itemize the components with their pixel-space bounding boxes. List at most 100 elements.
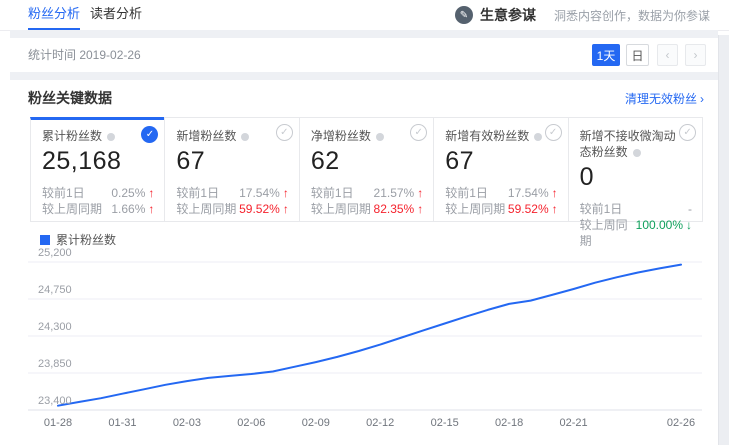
x-axis-tick-label: 02-09	[288, 417, 344, 429]
chevron-right-icon: ›	[700, 92, 704, 106]
clean-link-label: 清理无效粉丝	[625, 92, 697, 106]
compare-value: 0.25%↑	[111, 185, 154, 201]
card-title: 新增有效粉丝数	[445, 129, 529, 143]
card-title: 新增粉丝数	[176, 129, 236, 143]
unit-day-button[interactable]: 日	[626, 44, 649, 66]
kpi-card[interactable]: ✓ 新增不接收微淘动态粉丝数 0 较前1日-较上周同期100.00%↓	[568, 117, 703, 222]
compare-label: 较上周同期	[42, 201, 102, 217]
card-compare-rows: 较前1日17.54%↑较上周同期59.52%↑	[176, 185, 288, 217]
brand-slogan: 洞悉内容创作，数据为你参谋	[554, 7, 710, 24]
compare-value: -	[688, 201, 692, 217]
range-1day-button[interactable]: 1天	[592, 44, 620, 66]
up-arrow-icon: ↑	[417, 186, 423, 200]
compare-row: 较前1日0.25%↑	[42, 185, 154, 201]
trend-chart: 累计粉丝数 23,40023,85024,30024,75025,20001-2…	[0, 225, 718, 445]
check-circle-icon: ✓	[545, 124, 562, 141]
tab-reader-analysis[interactable]: 读者分析	[90, 0, 142, 28]
y-axis-tick-label: 23,400	[38, 395, 72, 407]
next-date-button[interactable]: ›	[685, 44, 706, 66]
x-axis-tick-label: 02-03	[159, 417, 215, 429]
x-axis-tick-label: 02-06	[223, 417, 279, 429]
compare-label: 较前1日	[176, 185, 219, 201]
card-title: 累计粉丝数	[42, 129, 102, 143]
brand-area: ✎ 生意参谋 洞悉内容创作，数据为你参谋	[455, 0, 710, 30]
chevron-left-icon: ‹	[666, 48, 670, 62]
card-value: 67	[445, 147, 557, 176]
up-arrow-icon: ↑	[283, 202, 289, 216]
card-compare-rows: 较前1日 21.57%↑较上周同期82.35%↑	[311, 185, 423, 217]
check-circle-icon: ✓	[679, 124, 696, 141]
x-axis-tick-label: 01-31	[94, 417, 150, 429]
compare-row: 较前1日17.54%↑	[445, 185, 557, 201]
fan-analysis-page: 粉丝分析 读者分析 ✎ 生意参谋 洞悉内容创作，数据为你参谋 统计时间 2019…	[0, 0, 729, 445]
check-circle-icon: ✓	[141, 126, 158, 143]
check-circle-icon: ✓	[410, 124, 427, 141]
main-panel: 粉丝关键数据 清理无效粉丝› ✓ 累计粉丝数 25,168 较前1日0.25%↑…	[0, 80, 718, 445]
card-compare-rows: 较前1日17.54%↑较上周同期59.52%↑	[445, 185, 557, 217]
info-icon[interactable]	[376, 133, 384, 141]
section-title: 粉丝关键数据	[28, 88, 112, 108]
separator-band	[10, 72, 718, 80]
card-title: 新增不接收微淘动态粉丝数	[580, 129, 676, 159]
x-axis-tick-label: 01-28	[30, 417, 86, 429]
kpi-cards-row: ✓ 累计粉丝数 25,168 较前1日0.25%↑较上周同期1.66%↑ ✓ 新…	[30, 117, 703, 222]
stat-time-label: 统计时间 2019-02-26	[28, 38, 141, 72]
compare-row: 较上周同期82.35%↑	[311, 201, 423, 217]
up-arrow-icon: ↑	[148, 202, 154, 216]
line-chart-canvas	[0, 225, 718, 445]
compare-row: 较上周同期59.52%↑	[445, 201, 557, 217]
info-icon[interactable]	[241, 133, 249, 141]
compare-value: 59.52%↑	[508, 201, 558, 217]
x-axis-tick-label: 02-18	[481, 417, 537, 429]
card-value: 0	[580, 163, 692, 192]
up-arrow-icon: ↑	[552, 186, 558, 200]
trend-line	[58, 265, 681, 406]
separator-band	[10, 30, 718, 38]
compare-row: 较上周同期59.52%↑	[176, 201, 288, 217]
prev-date-button[interactable]: ‹	[657, 44, 678, 66]
up-arrow-icon: ↑	[148, 186, 154, 200]
x-axis-tick-label: 02-12	[352, 417, 408, 429]
chevron-right-icon: ›	[694, 48, 698, 62]
compare-value: 1.66%↑	[111, 201, 154, 217]
kpi-card[interactable]: ✓ 新增粉丝数 67 较前1日17.54%↑较上周同期59.52%↑	[164, 117, 299, 222]
compare-row: 较前1日 -	[580, 201, 692, 217]
compare-value: 17.54%↑	[508, 185, 558, 201]
page-gutter	[718, 35, 729, 445]
compare-label: 较上周同期	[176, 201, 236, 217]
x-axis-tick-label: 02-21	[546, 417, 602, 429]
y-axis-tick-label: 24,300	[38, 321, 72, 333]
compare-row: 较上周同期 1.66%↑	[42, 201, 154, 217]
compare-row: 较前1日 21.57%↑	[311, 185, 423, 201]
clean-invalid-fans-link[interactable]: 清理无效粉丝›	[625, 90, 704, 107]
filter-bar: 统计时间 2019-02-26 1天 日 ‹ ›	[0, 38, 718, 72]
brand-name: 生意参谋	[480, 5, 536, 25]
up-arrow-icon: ↑	[283, 186, 289, 200]
compare-value: 21.57%↑	[374, 185, 424, 201]
info-icon[interactable]	[633, 149, 641, 157]
x-axis-tick-label: 02-26	[653, 417, 709, 429]
compare-label: 较前1日	[311, 185, 354, 201]
card-value: 25,168	[42, 147, 154, 176]
kpi-card[interactable]: ✓ 新增有效粉丝数 67 较前1日17.54%↑较上周同期59.52%↑	[433, 117, 568, 222]
top-nav: 粉丝分析 读者分析 ✎ 生意参谋 洞悉内容创作，数据为你参谋	[0, 0, 729, 31]
compare-value: 82.35%↑	[374, 201, 424, 217]
compare-label: 较前1日	[580, 201, 623, 217]
info-icon[interactable]	[534, 133, 542, 141]
pen-icon: ✎	[455, 6, 473, 24]
kpi-card[interactable]: ✓ 净增粉丝数 62 较前1日21.57%↑较上周同期82.35%↑	[299, 117, 434, 222]
card-compare-rows: 较前1日0.25%↑较上周同期 1.66%↑	[42, 185, 154, 217]
x-axis-tick-label: 02-15	[417, 417, 473, 429]
y-axis-tick-label: 24,750	[38, 284, 72, 296]
date-controls: 1天 日 ‹ ›	[592, 44, 713, 66]
compare-label: 较上周同期	[311, 201, 371, 217]
card-value: 67	[176, 147, 288, 176]
up-arrow-icon: ↑	[417, 202, 423, 216]
kpi-card[interactable]: ✓ 累计粉丝数 25,168 较前1日0.25%↑较上周同期 1.66%↑	[30, 117, 165, 222]
tab-fan-analysis[interactable]: 粉丝分析	[28, 0, 80, 30]
info-icon[interactable]	[107, 133, 115, 141]
check-circle-icon: ✓	[276, 124, 293, 141]
card-title: 净增粉丝数	[311, 129, 371, 143]
compare-row: 较前1日17.54%↑	[176, 185, 288, 201]
y-axis-tick-label: 23,850	[38, 358, 72, 370]
